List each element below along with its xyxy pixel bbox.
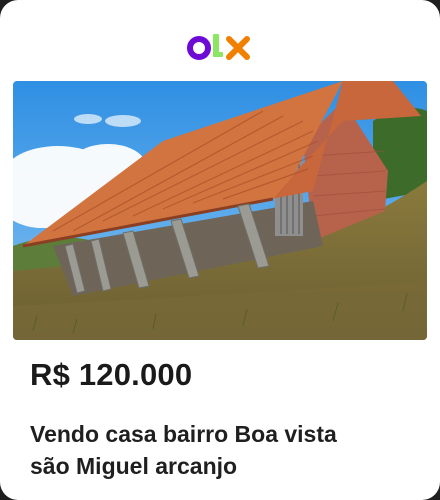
house-photo-icon <box>13 81 427 340</box>
logo-letter-o <box>187 36 211 60</box>
listing-photo[interactable] <box>13 81 427 340</box>
ad-card[interactable]: R$ 120.000 Vendo casa bairro Boa vista s… <box>0 0 440 500</box>
listing-title[interactable]: Vendo casa bairro Boa vista são Miguel a… <box>30 418 420 482</box>
olx-logo <box>0 28 440 62</box>
listing-price: R$ 120.000 <box>30 357 193 392</box>
listing-title-line-1: Vendo casa bairro Boa vista <box>30 421 337 447</box>
logo-letter-x <box>226 36 250 60</box>
olx-logo-icon <box>187 34 250 60</box>
listing-title-line-2: são Miguel arcanjo <box>30 453 238 479</box>
